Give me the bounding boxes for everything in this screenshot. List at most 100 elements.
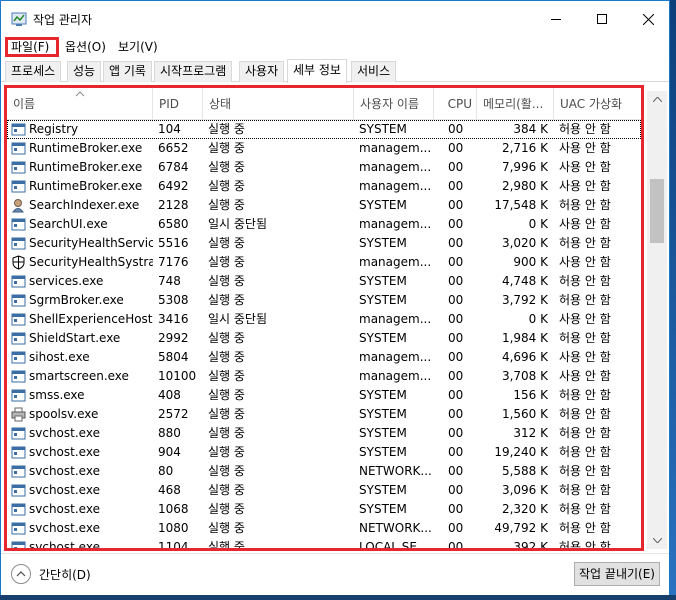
process-state: 실행 중 xyxy=(208,388,245,402)
process-user: SYSTEM xyxy=(359,331,407,345)
table-row[interactable]: ShellExperienceHost... 3416 일시 중단됨 managem.… xyxy=(7,310,641,329)
column-header-pid[interactable]: PID xyxy=(153,88,203,120)
column-header-memory[interactable]: 메모리(활... xyxy=(477,88,554,120)
scrollbar-thumb[interactable] xyxy=(650,179,664,243)
close-button[interactable] xyxy=(625,1,671,37)
column-header-uac[interactable]: UAC 가상화 xyxy=(554,88,641,120)
details-table: 이름 PID 상태 사용자 이름 CPU 메모리(활... UAC 가상화 Re… xyxy=(4,85,644,551)
chevron-up-icon xyxy=(11,564,31,584)
process-user: NETWORK... xyxy=(359,521,431,535)
tab-details[interactable]: 세부 정보 xyxy=(287,59,347,83)
fewer-details-button[interactable]: 간단히(D) xyxy=(11,563,91,585)
menu-view[interactable]: 보기(V) xyxy=(114,37,162,57)
tab-strip: 프로세스 성능 앱 기록 시작프로그램 사용자 세부 정보 서비스 xyxy=(1,59,669,83)
tab-processes[interactable]: 프로세스 xyxy=(5,61,62,82)
process-name: SecurityHealthServic... xyxy=(29,236,153,250)
process-user: managem... xyxy=(359,141,431,155)
process-pid: 10100 xyxy=(158,369,197,383)
menu-bar: 파일(F) 옵션(O) 보기(V) xyxy=(1,37,669,57)
process-user: SYSTEM xyxy=(359,407,407,421)
process-memory: 0 K xyxy=(528,217,548,231)
table-row[interactable]: SgrmBroker.exe 5308 실행 중 SYSTEM 00 3,792 K 허용 … xyxy=(7,291,641,310)
table-row[interactable]: svchost.exe 80 실행 중 NETWORK... 00 5,588 K 허용 안… xyxy=(7,462,641,481)
table-row[interactable]: svchost.exe 1080 실행 중 NETWORK... 00 49,792 K 허… xyxy=(7,519,641,538)
process-pid: 80 xyxy=(158,464,174,478)
process-state: 실행 중 xyxy=(208,255,245,269)
process-pid: 1068 xyxy=(158,502,189,516)
process-cpu: 00 xyxy=(448,464,464,478)
column-header-state[interactable]: 상태 xyxy=(203,88,354,120)
table-row[interactable]: RuntimeBroker.exe 6784 실행 중 managem... 00 7,9… xyxy=(7,158,641,177)
process-state: 실행 중 xyxy=(208,521,245,535)
process-memory: 4,748 K xyxy=(501,274,548,288)
table-row[interactable]: SearchUI.exe 6580 일시 중단됨 managem... 00 0 K 사용 … xyxy=(7,215,641,234)
process-name: svchost.exe xyxy=(29,540,100,551)
vertical-scrollbar[interactable] xyxy=(647,91,667,549)
process-pid: 6492 xyxy=(158,179,189,193)
minimize-button[interactable] xyxy=(533,1,579,37)
table-row[interactable]: svchost.exe 468 실행 중 SYSTEM 00 3,096 K 허용 안 함 xyxy=(7,481,641,500)
app-window-icon xyxy=(11,236,26,251)
process-pid: 2992 xyxy=(158,331,189,345)
process-pid: 748 xyxy=(158,274,181,288)
table-row[interactable]: RuntimeBroker.exe 6492 실행 중 managem... 00 2,9… xyxy=(7,177,641,196)
tab-app-history[interactable]: 앱 기록 xyxy=(103,61,152,82)
column-header-cpu[interactable]: CPU xyxy=(434,88,477,120)
footer: 간단히(D) 작업 끝내기(E) xyxy=(1,553,669,595)
table-row[interactable]: spoolsv.exe 2572 실행 중 SYSTEM 00 1,560 K 허용 안 함 xyxy=(7,405,641,424)
maximize-button[interactable] xyxy=(579,1,625,37)
scroll-down-button[interactable] xyxy=(647,532,667,549)
table-row[interactable]: SearchIndexer.exe 2128 실행 중 SYSTEM 00 17,548 … xyxy=(7,196,641,215)
process-uac: 허용 안 함 xyxy=(559,293,611,307)
process-uac: 허용 안 함 xyxy=(559,483,611,497)
title-bar[interactable]: 작업 관리자 xyxy=(1,1,669,37)
table-row[interactable]: SecurityHealthSystra... 7176 실행 중 managem..… xyxy=(7,253,641,272)
process-state: 일시 중단됨 xyxy=(208,217,268,231)
app-window-icon xyxy=(11,540,26,548)
end-task-button[interactable]: 작업 끝내기(E) xyxy=(574,562,660,586)
process-cpu: 00 xyxy=(448,255,464,269)
scroll-up-icon xyxy=(652,97,662,102)
process-pid: 3416 xyxy=(158,312,189,326)
search-indexer-icon xyxy=(11,198,26,213)
tab-startup[interactable]: 시작프로그램 xyxy=(154,61,233,82)
table-row[interactable]: ShieldStart.exe 2992 실행 중 SYSTEM 00 1,984 K 허용… xyxy=(7,329,641,348)
table-row[interactable]: svchost.exe 904 실행 중 SYSTEM 00 19,240 K 허용 안 함 xyxy=(7,443,641,462)
process-state: 실행 중 xyxy=(208,350,245,364)
table-row[interactable]: smartscreen.exe 10100 실행 중 managem... 00 3,70… xyxy=(7,367,641,386)
table-row[interactable]: RuntimeBroker.exe 6652 실행 중 managem... 00 2,7… xyxy=(7,139,641,158)
tab-services[interactable]: 서비스 xyxy=(351,61,397,82)
menu-file[interactable]: 파일(F) xyxy=(5,37,59,57)
tab-users[interactable]: 사용자 xyxy=(239,61,285,82)
process-name: ShieldStart.exe xyxy=(29,331,121,345)
column-header-name[interactable]: 이름 xyxy=(7,88,153,120)
app-window-icon xyxy=(11,502,26,517)
table-row[interactable]: services.exe 748 실행 중 SYSTEM 00 4,748 K 허용 안 함 xyxy=(7,272,641,291)
process-cpu: 00 xyxy=(448,198,464,212)
table-row[interactable]: svchost.exe 880 실행 중 SYSTEM 00 312 K 허용 안 함 xyxy=(7,424,641,443)
table-row[interactable]: svchost.exe 1104 실행 중 LOCAL SE... 00 392 K 허용 … xyxy=(7,538,641,551)
process-pid: 6784 xyxy=(158,160,189,174)
process-user: SYSTEM xyxy=(359,198,407,212)
process-state: 실행 중 xyxy=(208,407,245,421)
menu-options[interactable]: 옵션(O) xyxy=(61,37,110,57)
scroll-up-button[interactable] xyxy=(647,91,667,108)
process-state: 실행 중 xyxy=(208,369,245,383)
process-uac: 허용 안 함 xyxy=(559,407,611,421)
process-memory: 384 K xyxy=(513,122,548,136)
table-row[interactable]: sihost.exe 5804 실행 중 managem... 00 4,696 K 사용 … xyxy=(7,348,641,367)
process-state: 실행 중 xyxy=(208,274,245,288)
table-row[interactable]: svchost.exe 1068 실행 중 SYSTEM 00 2,320 K 허용 안 함 xyxy=(7,500,641,519)
table-row[interactable]: SecurityHealthServic... 5516 실행 중 SYSTEM 00 3… xyxy=(7,234,641,253)
table-row[interactable]: smss.exe 408 실행 중 SYSTEM 00 156 K 허용 안 함 xyxy=(7,386,641,405)
process-state: 실행 중 xyxy=(208,293,245,307)
table-row[interactable]: Registry 104 실행 중 SYSTEM 00 384 K 허용 안 함 xyxy=(7,120,641,139)
column-header-user[interactable]: 사용자 이름 xyxy=(354,88,434,120)
process-cpu: 00 xyxy=(448,426,464,440)
app-window-icon xyxy=(11,274,26,289)
tab-performance[interactable]: 성능 xyxy=(67,61,102,82)
process-user: SYSTEM xyxy=(359,502,407,516)
process-cpu: 00 xyxy=(448,407,464,421)
process-name: svchost.exe xyxy=(29,521,100,535)
process-uac: 허용 안 함 xyxy=(559,331,611,345)
